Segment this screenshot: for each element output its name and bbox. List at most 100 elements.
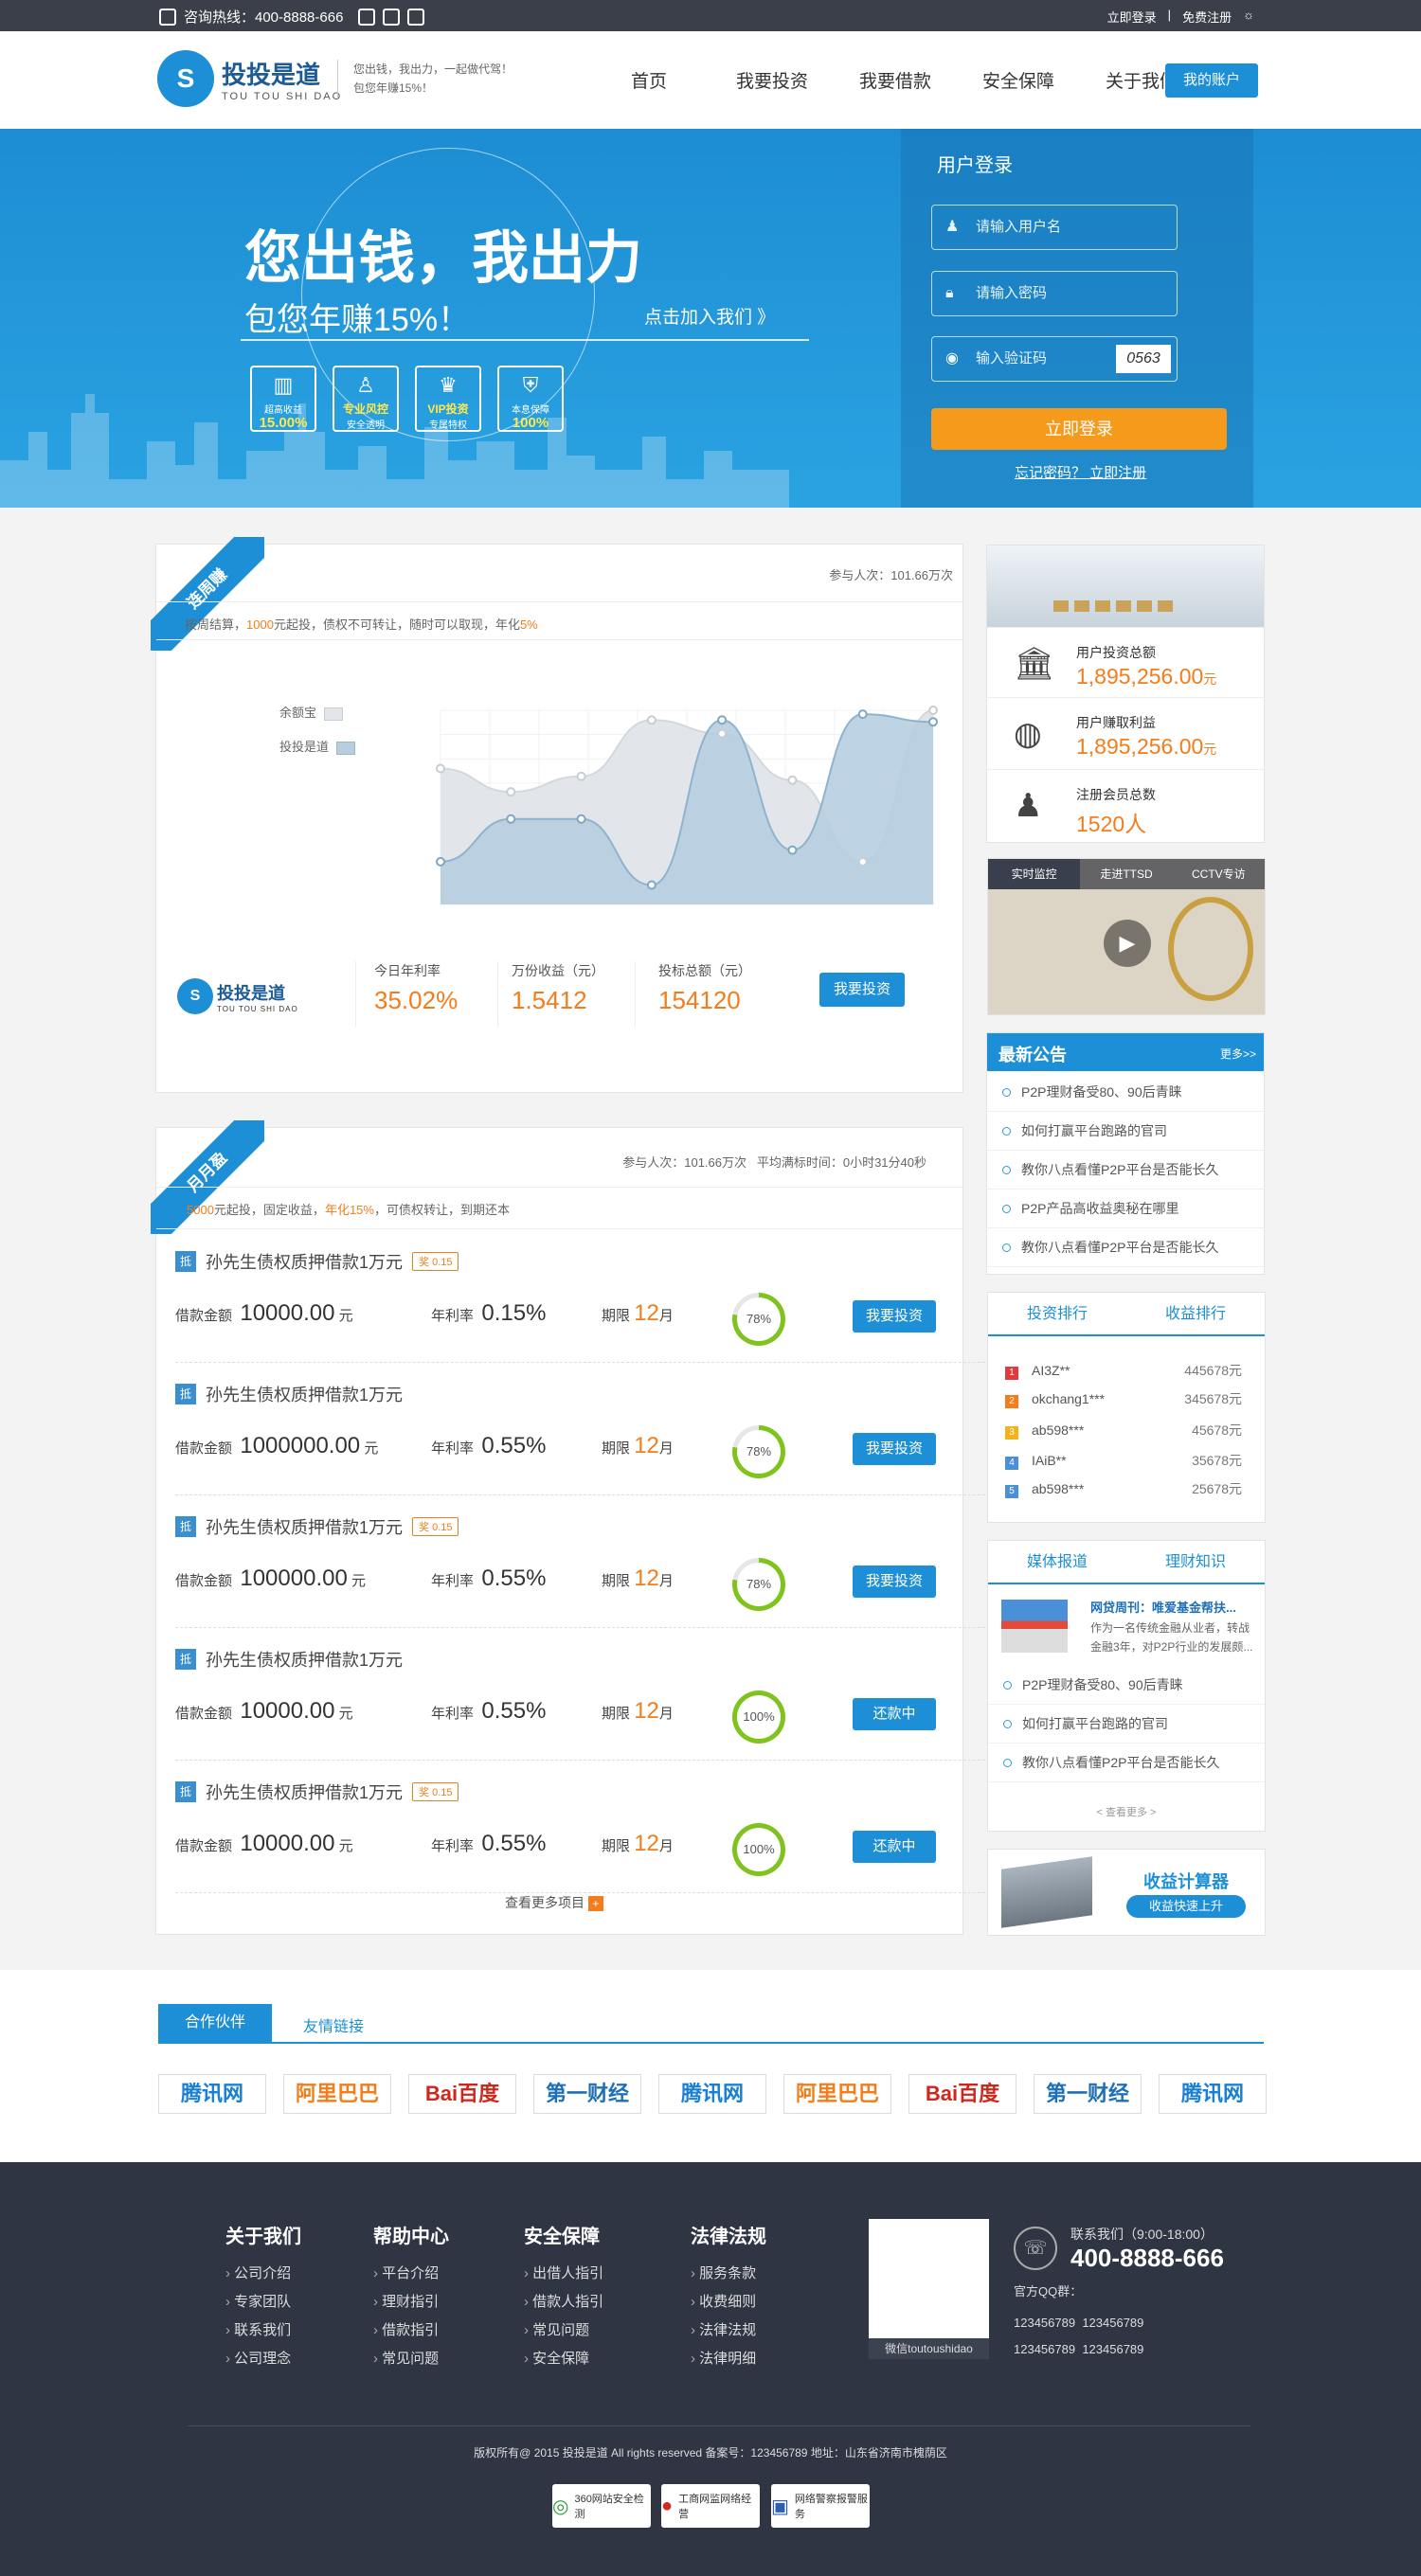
partner-logo[interactable]: Bai百度 <box>908 2074 1016 2114</box>
tab-media[interactable]: 媒体报道 <box>988 1541 1126 1583</box>
media-item[interactable]: 教你八点看懂P2P平台是否能长久 <box>988 1744 1265 1782</box>
media-headline[interactable]: 网贷周刊：唯爱基金帮扶... <box>1090 1598 1236 1616</box>
tab-invest-rank[interactable]: 投资排行 <box>988 1293 1126 1334</box>
footer-link[interactable]: 公司理念 <box>225 2345 301 2373</box>
footer-link[interactable]: 借款指引 <box>373 2317 449 2345</box>
loan-amount: 借款金额 10000.00 元 <box>175 1831 353 1856</box>
my-account-button[interactable]: 我的账户 <box>1165 63 1258 98</box>
stat-total: 投标总额（元） 154120 <box>658 963 751 1014</box>
badge-police[interactable]: ▣ 网络警察报警服务 <box>771 2484 870 2528</box>
video-tab[interactable]: CCTV专访 <box>1173 859 1265 889</box>
footer-link[interactable]: 常见问题 <box>373 2345 449 2373</box>
media-more-link[interactable]: < 查看更多 > <box>988 1804 1265 1819</box>
badge-gongshang[interactable]: ● 工商网监网络经营 <box>661 2484 760 2528</box>
repaying-button[interactable]: 还款中 <box>853 1698 936 1730</box>
footer-link[interactable]: 服务条款 <box>691 2260 766 2288</box>
tab-partners[interactable]: 合作伙伴 <box>158 2004 272 2042</box>
media-item[interactable]: P2P理财备受80、90后青睐 <box>988 1666 1265 1705</box>
wechat-icon[interactable] <box>383 8 401 26</box>
video-tab[interactable]: 走进TTSD <box>1080 859 1172 889</box>
notice-item[interactable]: P2P理财备受80、90后青睐 <box>987 1073 1264 1112</box>
loan-title[interactable]: 孙先生债权质押借款1万元 <box>206 1382 403 1406</box>
partner-logo[interactable]: 第一财经 <box>1034 2074 1142 2114</box>
notice-more-link[interactable]: 更多>> <box>1220 1046 1256 1062</box>
forgot-register-link[interactable]: 忘记密码？ 立即注册 <box>1015 462 1146 482</box>
login-link[interactable]: 立即登录 <box>1107 8 1157 26</box>
partner-logo[interactable]: 腾讯网 <box>1159 2074 1267 2114</box>
logo[interactable]: S 投投是道 TOU TOU SHI DAO <box>157 50 342 107</box>
register-link[interactable]: 免费注册 <box>1182 8 1232 26</box>
repaying-button[interactable]: 还款中 <box>853 1831 936 1863</box>
more-projects-link[interactable]: 查看更多项目 + <box>505 1893 603 1912</box>
nav-borrow[interactable]: 我要借款 <box>834 67 957 93</box>
play-icon[interactable]: ▶ <box>1104 920 1151 967</box>
loan-rate: 年利率 0.55% <box>431 1698 547 1724</box>
footer-link[interactable]: 收费细则 <box>691 2288 766 2317</box>
rank-row: 5 ab598*** 25678元 <box>1005 1474 1242 1504</box>
legend-item: 投投是道 <box>279 730 356 764</box>
invest-button[interactable]: 我要投资 <box>853 1300 936 1333</box>
loan-title[interactable]: 孙先生债权质押借款1万元 <box>206 1780 403 1804</box>
legend-item: 余额宝 <box>279 696 355 730</box>
invest-button[interactable]: 我要投资 <box>853 1433 936 1465</box>
footer-link[interactable]: 出借人指引 <box>524 2260 603 2288</box>
footer-link[interactable]: 常见问题 <box>524 2317 603 2345</box>
tab-profit-rank[interactable]: 收益排行 <box>1126 1293 1265 1334</box>
captcha-field[interactable]: ◉ 输入验证码 0563 <box>931 336 1178 382</box>
rank-user: ab598*** <box>1032 1481 1085 1496</box>
footer-link[interactable]: 理财指引 <box>373 2288 449 2317</box>
notice-item[interactable]: 教你八点看懂P2P平台是否能长久 <box>987 1228 1264 1267</box>
loan-title[interactable]: 孙先生债权质押借款1万元 <box>206 1647 403 1672</box>
partner-logo[interactable]: 腾讯网 <box>158 2074 266 2114</box>
video-tab[interactable]: 实时监控 <box>988 859 1081 889</box>
rank-number: 5 <box>1005 1485 1018 1498</box>
footer-link[interactable]: 法律法规 <box>691 2317 766 2345</box>
loan-term: 期限 12月 <box>602 1565 674 1591</box>
password-field[interactable]: 🔒︎ 请输入密码 <box>931 271 1178 316</box>
loan-title[interactable]: 孙先生债权质押借款1万元 <box>206 1514 403 1539</box>
partner-logo[interactable]: 阿里巴巴 <box>283 2074 391 2114</box>
shield-icon: ⛨ <box>522 373 539 397</box>
notice-item[interactable]: 教你八点看懂P2P平台是否能长久 <box>987 1151 1264 1190</box>
footer-link[interactable]: 安全保障 <box>524 2345 603 2373</box>
eye-icon: ◉ <box>945 350 959 367</box>
partner-logo[interactable]: 第一财经 <box>533 2074 641 2114</box>
badge-360[interactable]: ◎ 360网站安全检测 <box>552 2484 651 2528</box>
login-button[interactable]: 立即登录 <box>931 408 1227 450</box>
data-point <box>506 814 516 824</box>
tab-knowledge[interactable]: 理财知识 <box>1126 1541 1265 1583</box>
data-point <box>928 717 938 727</box>
progress-ring: 78% <box>732 1558 785 1611</box>
invest-button[interactable]: 我要投资 <box>853 1565 936 1598</box>
captcha-image[interactable]: 0563 <box>1116 345 1171 373</box>
loan-title[interactable]: 孙先生债权质押借款1万元 <box>206 1249 403 1274</box>
partner-logo[interactable]: 腾讯网 <box>658 2074 766 2114</box>
loan-amount: 借款金额 10000.00 元 <box>175 1300 353 1326</box>
separator: | <box>1167 8 1172 22</box>
username-field[interactable]: ♟ 请输入用户名 <box>931 205 1178 250</box>
calculator-button[interactable]: 收益快速上升 <box>1126 1895 1246 1918</box>
footer-link[interactable]: 法律明细 <box>691 2345 766 2373</box>
sun-icon[interactable]: ☼ <box>1243 8 1254 26</box>
partner-logo[interactable]: 阿里巴巴 <box>783 2074 891 2114</box>
footer-link[interactable]: 平台介绍 <box>373 2260 449 2288</box>
media-item[interactable]: 如何打赢平台跑路的官司 <box>988 1705 1265 1744</box>
footer-link[interactable]: 借款人指引 <box>524 2288 603 2317</box>
join-link[interactable]: 点击加入我们 》 <box>644 303 775 329</box>
password-placeholder: 请输入密码 <box>976 285 1048 301</box>
footer-link[interactable]: 公司介绍 <box>225 2260 301 2288</box>
partner-logo[interactable]: Bai百度 <box>408 2074 516 2114</box>
tab-friend-links[interactable]: 友情链接 <box>303 2013 364 2036</box>
notice-item[interactable]: P2P产品高收益奥秘在哪里 <box>987 1190 1264 1228</box>
nav-security[interactable]: 安全保障 <box>957 67 1080 93</box>
weibo-icon[interactable] <box>358 8 376 26</box>
notice-item[interactable]: 如何打赢平台跑路的官司 <box>987 1112 1264 1151</box>
qq-icon[interactable] <box>407 8 425 26</box>
footer-link[interactable]: 专家团队 <box>225 2288 301 2317</box>
nav-invest[interactable]: 我要投资 <box>710 67 834 93</box>
invest-button[interactable]: 我要投资 <box>819 973 905 1007</box>
calculator-panel[interactable]: 收益计算器 收益快速上升 <box>987 1849 1266 1936</box>
nav-home[interactable]: 首页 <box>587 67 710 93</box>
footer-link[interactable]: 联系我们 <box>225 2317 301 2345</box>
rank-number: 1 <box>1005 1367 1018 1380</box>
